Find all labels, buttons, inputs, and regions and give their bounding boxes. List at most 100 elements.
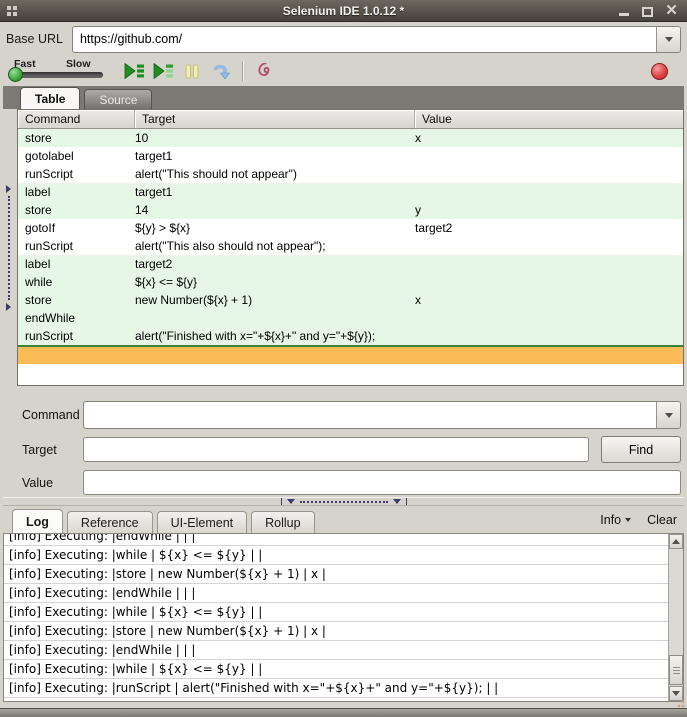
command-row[interactable]: store 10 x	[18, 129, 683, 147]
play-suite-button[interactable]	[122, 59, 146, 83]
speed-slider[interactable]: Fast Slow	[8, 57, 105, 85]
maximize-button[interactable]	[641, 4, 654, 17]
command-row[interactable]: runScript alert("This should not appear")	[18, 165, 683, 183]
window-border-bar	[0, 708, 687, 717]
log-pane-splitter[interactable]	[3, 497, 684, 506]
scrollbar-thumb[interactable]	[669, 655, 683, 685]
scrollbar-track[interactable]	[669, 549, 683, 686]
target-cell: ${y} > ${x}	[135, 221, 191, 235]
command-cell: label	[25, 257, 51, 271]
command-cell: gotoIf	[25, 221, 56, 235]
base-url-value[interactable]: https://github.com/	[73, 27, 656, 52]
tab-table[interactable]: Table	[20, 87, 81, 109]
minimize-button[interactable]	[617, 4, 630, 17]
window-controls: ✕	[617, 3, 678, 18]
log-viewport: [info] Executing: |endWhile | | | [info] …	[3, 533, 684, 702]
command-row[interactable]: endWhile	[18, 309, 683, 327]
record-button[interactable]	[651, 62, 668, 80]
table-empty-area[interactable]	[18, 364, 683, 385]
value-cell: target2	[415, 221, 453, 235]
log-tab-log[interactable]: Log	[12, 509, 63, 533]
command-dropdown-button[interactable]	[656, 402, 680, 428]
table-header: Command Target Value	[18, 110, 683, 129]
log-entries: [info] Executing: |endWhile | | | [info] …	[4, 534, 668, 701]
status-strip	[3, 699, 685, 708]
tab-source[interactable]: Source	[84, 89, 153, 109]
slider-handle[interactable]	[8, 67, 23, 82]
play-suite-icon	[124, 63, 144, 79]
resize-grip-icon[interactable]	[675, 699, 685, 708]
play-test-button[interactable]	[151, 59, 175, 83]
slider-track[interactable]	[11, 72, 103, 78]
log-entry: [info] Executing: |endWhile | | |	[4, 584, 668, 603]
value-label: Value	[22, 475, 54, 490]
target-cell: target1	[135, 185, 173, 199]
log-scrollbar[interactable]	[668, 534, 683, 701]
log-entry: [info] Executing: |while | ${x} <= ${y} …	[4, 546, 668, 565]
window-menu-icon[interactable]	[7, 5, 17, 16]
column-header-value[interactable]: Value	[415, 110, 683, 128]
close-button[interactable]: ✕	[665, 3, 678, 18]
base-url-dropdown-button[interactable]	[656, 26, 680, 52]
collapse-down-icon	[286, 499, 295, 504]
command-cell: gotolabel	[25, 149, 74, 163]
command-cell: store	[25, 203, 52, 217]
toolbar-separator	[242, 61, 244, 81]
value-input[interactable]	[83, 470, 681, 495]
log-entry: [info] Executing: |while | ${x} <= ${y} …	[4, 603, 668, 622]
command-editor-form: Command Target Find Value	[3, 386, 684, 497]
column-header-target[interactable]: Target	[135, 110, 415, 128]
command-cell: runScript	[25, 167, 74, 181]
log-tab-ui-element[interactable]: UI-Element	[156, 511, 248, 533]
log-entry: [info] Executing: |endWhile | | |	[4, 641, 668, 660]
command-cell: endWhile	[25, 311, 76, 325]
testcase-pane-splitter[interactable]	[3, 109, 17, 386]
value-cell: x	[415, 131, 421, 145]
rollup-button[interactable]	[253, 59, 277, 83]
base-url-combobox[interactable]: https://github.com/	[71, 25, 681, 53]
command-row[interactable]: gotoIf ${y} > ${x} target2	[18, 219, 683, 237]
find-button[interactable]: Find	[601, 436, 681, 463]
log-entry: [info] Executing: |store | new Number(${…	[4, 565, 668, 584]
log-level-dropdown[interactable]: Info	[600, 513, 632, 527]
command-row[interactable]: label target1	[18, 183, 683, 201]
target-cell: alert("Finished with x="+${x}+" and y="+…	[135, 329, 376, 343]
log-tab-reference[interactable]: Reference	[66, 511, 153, 533]
command-row[interactable]: label target2	[18, 255, 683, 273]
command-row[interactable]: while ${x} <= ${y}	[18, 273, 683, 291]
arrow-down-icon	[672, 691, 680, 696]
base-url-label: Base URL	[6, 32, 63, 46]
pause-icon	[185, 64, 199, 78]
command-cell: runScript	[25, 329, 74, 343]
horizontal-splitter-grip[interactable]	[280, 498, 407, 505]
target-cell: alert("This also should not appear");	[135, 239, 326, 253]
slow-label: Slow	[66, 58, 91, 70]
command-row[interactable]: store new Number(${x} + 1) x	[18, 291, 683, 309]
command-cell: runScript	[25, 239, 74, 253]
command-row[interactable]: gotolabel target1	[18, 147, 683, 165]
command-input[interactable]	[84, 402, 656, 428]
splitter-dots	[299, 500, 388, 503]
command-rows: store 10 x gotolabel target1 runScript alert("…	[18, 129, 683, 345]
command-row[interactable]: runScript alert("Finished with x="+${x}+"…	[18, 327, 683, 345]
clear-log-button[interactable]: Clear	[647, 513, 677, 527]
command-row[interactable]: store 14 y	[18, 201, 683, 219]
target-cell: target1	[135, 149, 173, 163]
log-tab-rollup[interactable]: Rollup	[251, 511, 315, 533]
pause-button[interactable]	[180, 59, 204, 83]
log-entry: [info] Executing: |runScript | alert("Fi…	[4, 679, 668, 698]
step-button[interactable]	[209, 59, 233, 83]
vertical-splitter-grip[interactable]	[6, 184, 11, 311]
target-input[interactable]	[83, 437, 589, 462]
column-header-command[interactable]: Command	[18, 110, 135, 128]
log-entry: [info] Executing: |store | new Number(${…	[4, 622, 668, 641]
scroll-up-button[interactable]	[669, 534, 683, 549]
expand-right-icon	[6, 184, 11, 193]
command-combobox[interactable]	[83, 401, 681, 429]
chevron-down-icon	[625, 518, 632, 522]
play-test-icon	[153, 63, 173, 79]
chevron-down-icon	[664, 412, 673, 418]
command-row[interactable]: runScript alert("This also should not app…	[18, 237, 683, 255]
window-bottom	[0, 699, 687, 717]
selected-row[interactable]	[18, 345, 683, 364]
